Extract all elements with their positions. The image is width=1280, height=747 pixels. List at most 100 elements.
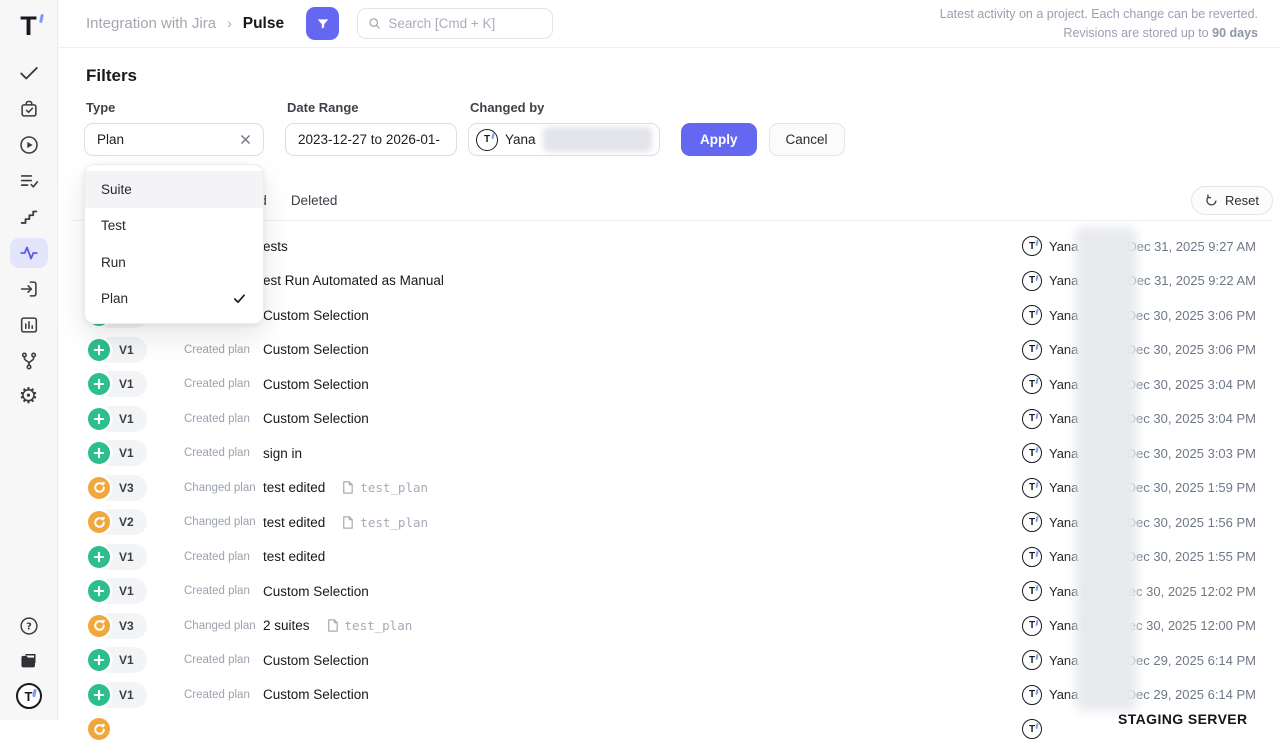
sidebar-item-account[interactable]: T: [17, 684, 41, 708]
sidebar-nav: ⚙: [10, 61, 48, 421]
file-link[interactable]: test_plan: [340, 480, 428, 495]
sidebar-item-tests[interactable]: [17, 61, 41, 85]
action-label: Changed plan: [184, 620, 257, 632]
item-title: ests: [263, 239, 288, 254]
reset-button[interactable]: Reset: [1191, 186, 1273, 215]
timestamp: Dec 30, 2025 3:03 PM: [1127, 446, 1256, 461]
filter-toggle-button[interactable]: [306, 7, 339, 40]
sidebar-item-steps[interactable]: [17, 205, 41, 229]
timestamp: Dec 30, 2025 1:56 PM: [1127, 515, 1256, 530]
version-badge: V1: [88, 406, 184, 432]
activity-row[interactable]: T: [72, 712, 1256, 747]
filter-group-type: Type Plan: [84, 100, 285, 156]
user-name: Yana: [1049, 515, 1078, 530]
action-label: Created plan: [184, 344, 257, 356]
file-name: test_plan: [360, 480, 428, 495]
changed-by-select[interactable]: T Yana: [468, 123, 660, 156]
bar-chart-icon: [18, 314, 40, 336]
changed-by-label: Changed by: [470, 100, 681, 115]
note-retention: 90 days: [1212, 26, 1258, 40]
row-meta: TYanaDec 30, 2025 3:03 PM: [1022, 443, 1256, 463]
row-meta: TYanaDec 29, 2025 6:14 PM: [1022, 650, 1256, 670]
item-title: 2 suites: [263, 618, 310, 633]
item-title: Custom Selection: [263, 308, 369, 323]
date-range-input[interactable]: [286, 132, 456, 147]
user-name: Yana: [1049, 377, 1078, 392]
breadcrumb-page: Pulse: [243, 15, 284, 33]
action-label: Created plan: [184, 413, 257, 425]
created-icon: [88, 408, 110, 430]
version-badge: [88, 718, 184, 740]
branch-icon: [18, 350, 40, 372]
sidebar-item-test-plans[interactable]: [17, 97, 41, 121]
sidebar-item-help[interactable]: ?: [17, 614, 41, 638]
app-logo[interactable]: T: [20, 7, 37, 45]
gear-icon: ⚙: [19, 385, 39, 409]
search-input[interactable]: [388, 16, 542, 31]
funnel-icon: [315, 16, 331, 32]
apply-button[interactable]: Apply: [681, 123, 757, 156]
dropdown-option-suite[interactable]: Suite: [85, 171, 263, 208]
created-icon: [88, 684, 110, 706]
pulse-icon: [18, 242, 40, 264]
type-value: Plan: [97, 132, 240, 147]
filter-group-changed-by: Changed by T Yana: [468, 100, 681, 156]
created-icon: [88, 339, 110, 361]
action-label: Changed plan: [184, 482, 257, 494]
sidebar-item-branches[interactable]: [17, 349, 41, 373]
dropdown-option-run[interactable]: Run: [85, 244, 263, 281]
item-title: test edited: [263, 515, 325, 530]
clear-icon[interactable]: [240, 134, 251, 145]
sidebar-item-pulse[interactable]: [10, 238, 48, 268]
filters-title: Filters: [86, 66, 137, 86]
version-badge: V1: [88, 371, 184, 397]
sidebar-item-results[interactable]: [17, 169, 41, 193]
timestamp: Dec 30, 2025 3:04 PM: [1127, 411, 1256, 426]
sidebar-item-settings[interactable]: ⚙: [17, 385, 41, 409]
file-link[interactable]: test_plan: [325, 618, 413, 633]
version-badge: V1: [88, 337, 184, 363]
folder-icon: [18, 650, 40, 672]
user-name: Yana: [1049, 239, 1078, 254]
check-icon: [232, 291, 247, 306]
search-icon: [368, 16, 381, 31]
list-check-icon: [18, 170, 40, 192]
item-title: sign in: [263, 446, 302, 461]
dropdown-option-test[interactable]: Test: [85, 208, 263, 245]
file-name: test_plan: [345, 618, 413, 633]
sidebar-item-analytics[interactable]: [17, 313, 41, 337]
sidebar-item-runs[interactable]: [17, 133, 41, 157]
import-icon: [18, 278, 40, 300]
type-select[interactable]: Plan: [84, 123, 264, 156]
play-circle-icon: [18, 134, 40, 156]
user-name: Yana: [1049, 342, 1078, 357]
briefcase-check-icon: [18, 98, 40, 120]
file-link[interactable]: test_plan: [340, 515, 428, 530]
item-title: Custom Selection: [263, 411, 369, 426]
item-title: Custom Selection: [263, 687, 369, 702]
timestamp: Dec 31, 2025 9:22 AM: [1127, 273, 1256, 288]
row-meta: TYana DDec 30, 2025 12:02 PM: [1022, 581, 1256, 601]
dropdown-option-plan[interactable]: Plan: [85, 281, 263, 318]
sidebar-item-import[interactable]: [17, 277, 41, 301]
version-badge: V2: [88, 509, 184, 535]
item-title: est Run Automated as Manual: [263, 273, 444, 288]
header-note: Latest activity on a project. Each chang…: [940, 4, 1258, 43]
note-line1: Latest activity on a project. Each chang…: [940, 7, 1258, 21]
tab-deleted[interactable]: Deleted: [291, 193, 338, 208]
timestamp: Dec 30, 2025 1:55 PM: [1127, 549, 1256, 564]
breadcrumb-project[interactable]: Integration with Jira: [86, 15, 216, 32]
timestamp: Dec 30, 2025 3:04 PM: [1127, 377, 1256, 392]
environment-label: STAGING SERVER: [1118, 711, 1248, 727]
changed-by-avatar: T: [476, 129, 498, 151]
changed-icon: [88, 477, 110, 499]
version-badge: V1: [88, 578, 184, 604]
cancel-button[interactable]: Cancel: [769, 123, 845, 156]
changed-icon: [88, 718, 110, 740]
row-meta: TYanaDec 30, 2025 1:56 PM: [1022, 512, 1256, 532]
changed-icon: [88, 615, 110, 637]
timestamp: Dec 30, 2025 12:02 PM: [1119, 584, 1256, 599]
item-title: Custom Selection: [263, 584, 369, 599]
sidebar-item-projects[interactable]: [17, 649, 41, 673]
help-icon: ?: [18, 615, 40, 637]
